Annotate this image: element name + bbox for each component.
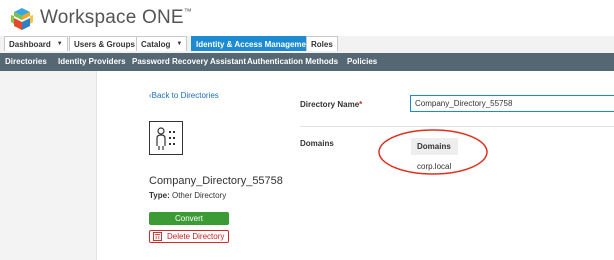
annotation-circle bbox=[378, 129, 488, 175]
directory-user-icon bbox=[149, 121, 183, 155]
domains-label: Domains bbox=[300, 139, 334, 148]
divider bbox=[300, 126, 614, 127]
directory-name-heading: Company_Directory_55758 bbox=[149, 175, 283, 187]
sub-navigation: Directories Identity Providers Password … bbox=[0, 53, 614, 71]
trash-icon bbox=[153, 232, 162, 241]
directory-type: Type: Other Directory bbox=[149, 191, 227, 200]
convert-button[interactable]: Convert bbox=[149, 212, 229, 225]
subnav-password-recovery-assistant[interactable]: Password Recovery Assistant bbox=[132, 53, 246, 71]
back-to-directories-link[interactable]: ‹Back to Directories bbox=[149, 91, 219, 100]
tab-dashboard[interactable]: Dashboard ▼ bbox=[4, 36, 68, 51]
directory-name-label: Directory Name* bbox=[300, 100, 363, 109]
subnav-identity-providers[interactable]: Identity Providers bbox=[58, 53, 126, 71]
left-sidebar bbox=[0, 71, 97, 260]
tab-identity-access-management[interactable]: Identity & Access Management bbox=[191, 36, 319, 51]
tab-users-groups[interactable]: Users & Groups bbox=[69, 36, 140, 51]
subnav-directories[interactable]: Directories bbox=[5, 53, 47, 71]
subnav-policies[interactable]: Policies bbox=[347, 53, 377, 71]
app-header: Workspace ONE™ bbox=[0, 0, 614, 36]
caret-down-icon: ▼ bbox=[176, 41, 183, 48]
tab-roles[interactable]: Roles bbox=[306, 36, 338, 51]
subnav-authentication-methods[interactable]: Authentication Methods bbox=[247, 53, 338, 71]
tab-catalog[interactable]: Catalog ▼ bbox=[136, 36, 188, 51]
caret-down-icon: ▼ bbox=[56, 41, 63, 48]
workspace-one-logo-icon bbox=[11, 8, 33, 30]
delete-directory-button[interactable]: Delete Directory bbox=[149, 230, 229, 243]
directory-name-input[interactable] bbox=[410, 95, 614, 112]
main-tabs: Dashboard ▼ Users & Groups Catalog ▼ Ident… bbox=[0, 36, 614, 53]
app-title: Workspace ONE™ bbox=[40, 7, 192, 28]
